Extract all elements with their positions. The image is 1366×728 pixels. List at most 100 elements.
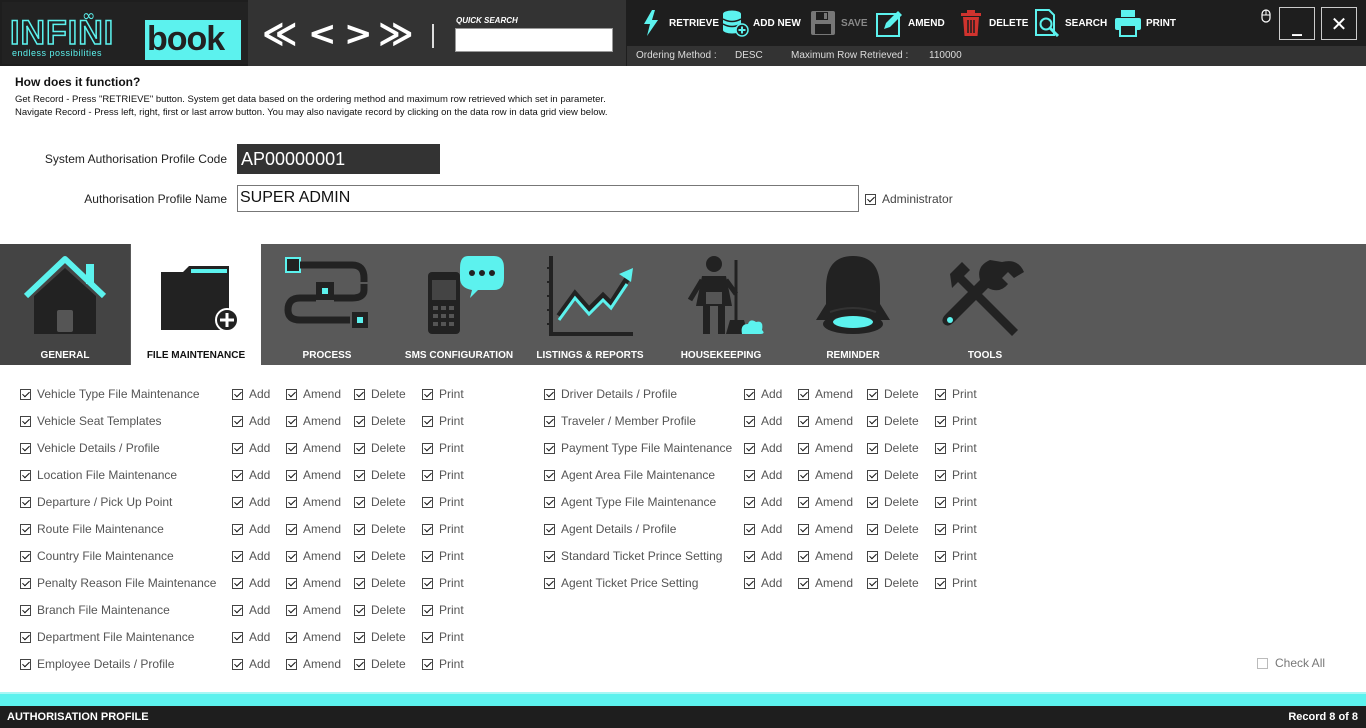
checkbox[interactable] (544, 550, 555, 562)
checkbox[interactable] (544, 388, 555, 400)
checkbox[interactable] (935, 496, 946, 508)
tab-reminder[interactable]: REMINDER (788, 244, 918, 365)
checkbox[interactable] (544, 523, 555, 535)
add-permission-checkbox[interactable]: Add (232, 387, 270, 401)
amend-permission-checkbox[interactable]: Amend (798, 495, 853, 509)
checkbox[interactable] (798, 469, 809, 481)
search-button[interactable]: SEARCH (1033, 8, 1107, 38)
add-permission-checkbox[interactable]: Add (744, 522, 782, 536)
delete-permission-checkbox[interactable]: Delete (867, 549, 919, 563)
delete-permission-checkbox[interactable]: Delete (354, 549, 406, 563)
administrator-checkbox[interactable]: Administrator (865, 192, 953, 206)
module-checkbox[interactable]: Agent Details / Profile (544, 522, 676, 536)
checkbox[interactable] (798, 388, 809, 400)
checkbox[interactable] (354, 631, 365, 643)
amend-button[interactable]: AMEND (876, 8, 945, 38)
add-new-button[interactable]: ADD NEW (721, 8, 801, 38)
checkbox[interactable] (286, 550, 297, 562)
checkbox[interactable] (422, 658, 433, 670)
tab-listings-reports[interactable]: LISTINGS & REPORTS (525, 244, 655, 365)
checkbox[interactable] (20, 496, 31, 508)
first-record-button[interactable]: ≪ (262, 14, 298, 54)
checkbox[interactable] (354, 523, 365, 535)
checkbox[interactable] (354, 469, 365, 481)
checkbox[interactable] (232, 550, 243, 562)
checkbox[interactable] (20, 631, 31, 643)
check-all-box[interactable] (1257, 657, 1268, 669)
last-record-button[interactable]: ≫ (378, 14, 414, 54)
checkbox[interactable] (798, 577, 809, 589)
checkbox[interactable] (798, 442, 809, 454)
print-permission-checkbox[interactable]: Print (935, 414, 977, 428)
module-checkbox[interactable]: Vehicle Details / Profile (20, 441, 160, 455)
checkbox[interactable] (232, 523, 243, 535)
print-permission-checkbox[interactable]: Print (422, 549, 464, 563)
checkbox[interactable] (744, 523, 755, 535)
delete-permission-checkbox[interactable]: Delete (867, 414, 919, 428)
print-permission-checkbox[interactable]: Print (422, 495, 464, 509)
checkbox[interactable] (286, 496, 297, 508)
amend-permission-checkbox[interactable]: Amend (286, 576, 341, 590)
checkbox[interactable] (20, 604, 31, 616)
checkbox[interactable] (935, 415, 946, 427)
checkbox[interactable] (232, 442, 243, 454)
delete-permission-checkbox[interactable]: Delete (867, 387, 919, 401)
amend-permission-checkbox[interactable]: Amend (286, 468, 341, 482)
checkbox[interactable] (20, 388, 31, 400)
checkbox[interactable] (798, 496, 809, 508)
module-checkbox[interactable]: Departure / Pick Up Point (20, 495, 172, 509)
tab-general[interactable]: GENERAL (0, 244, 130, 365)
print-permission-checkbox[interactable]: Print (935, 549, 977, 563)
delete-permission-checkbox[interactable]: Delete (354, 387, 406, 401)
print-permission-checkbox[interactable]: Print (422, 522, 464, 536)
delete-permission-checkbox[interactable]: Delete (867, 522, 919, 536)
checkbox[interactable] (20, 415, 31, 427)
checkbox[interactable] (544, 442, 555, 454)
checkbox[interactable] (422, 442, 433, 454)
checkbox[interactable] (422, 496, 433, 508)
checkbox[interactable] (286, 415, 297, 427)
checkbox[interactable] (422, 469, 433, 481)
add-permission-checkbox[interactable]: Add (232, 468, 270, 482)
close-button[interactable]: ✕ (1321, 7, 1357, 40)
module-checkbox[interactable]: Payment Type File Maintenance (544, 441, 732, 455)
checkbox[interactable] (867, 496, 878, 508)
checkbox[interactable] (544, 577, 555, 589)
print-permission-checkbox[interactable]: Print (422, 657, 464, 671)
tab-file-maintenance[interactable]: FILE MAINTENANCE (131, 244, 261, 365)
checkbox[interactable] (935, 523, 946, 535)
amend-permission-checkbox[interactable]: Amend (286, 657, 341, 671)
tab-tools[interactable]: TOOLS (920, 244, 1050, 365)
amend-permission-checkbox[interactable]: Amend (286, 603, 341, 617)
checkbox[interactable] (798, 415, 809, 427)
delete-permission-checkbox[interactable]: Delete (867, 576, 919, 590)
module-checkbox[interactable]: Route File Maintenance (20, 522, 164, 536)
checkbox[interactable] (354, 442, 365, 454)
add-permission-checkbox[interactable]: Add (232, 495, 270, 509)
module-checkbox[interactable]: Agent Area File Maintenance (544, 468, 715, 482)
checkbox[interactable] (354, 388, 365, 400)
amend-permission-checkbox[interactable]: Amend (798, 387, 853, 401)
amend-permission-checkbox[interactable]: Amend (798, 441, 853, 455)
add-permission-checkbox[interactable]: Add (744, 441, 782, 455)
checkbox[interactable] (232, 496, 243, 508)
amend-permission-checkbox[interactable]: Amend (798, 549, 853, 563)
checkbox[interactable] (20, 658, 31, 670)
checkbox[interactable] (935, 550, 946, 562)
amend-permission-checkbox[interactable]: Amend (798, 414, 853, 428)
print-permission-checkbox[interactable]: Print (935, 468, 977, 482)
amend-permission-checkbox[interactable]: Amend (286, 630, 341, 644)
add-permission-checkbox[interactable]: Add (744, 549, 782, 563)
checkbox[interactable] (232, 604, 243, 616)
checkbox[interactable] (354, 496, 365, 508)
administrator-check-box[interactable] (865, 193, 876, 205)
add-permission-checkbox[interactable]: Add (232, 522, 270, 536)
checkbox[interactable] (422, 388, 433, 400)
checkbox[interactable] (744, 550, 755, 562)
previous-record-button[interactable]: < (308, 14, 337, 54)
tab-process[interactable]: PROCESS (262, 244, 392, 365)
module-checkbox[interactable]: Agent Ticket Price Setting (544, 576, 698, 590)
tab-sms-configuration[interactable]: SMS CONFIGURATION (394, 244, 524, 365)
checkbox[interactable] (867, 577, 878, 589)
add-permission-checkbox[interactable]: Add (232, 549, 270, 563)
